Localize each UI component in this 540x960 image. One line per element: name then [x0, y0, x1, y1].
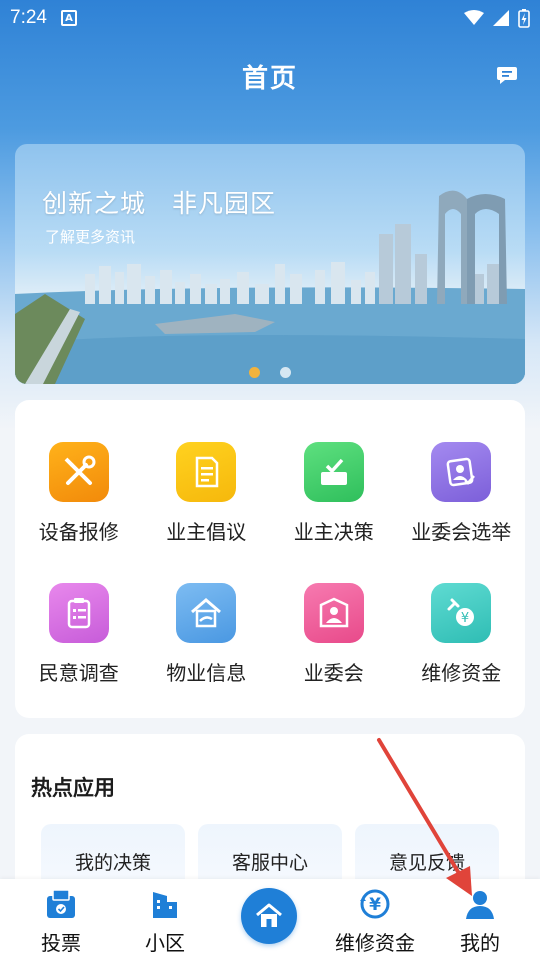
carousel-dots	[15, 367, 525, 378]
menu-item-decision[interactable]: 业主决策	[270, 442, 398, 545]
menu-label: 维修资金	[421, 661, 502, 685]
menu-label: 业委会选举	[411, 520, 512, 544]
ballot-icon	[44, 887, 78, 921]
house-hand-icon	[176, 583, 237, 643]
menu-item-survey[interactable]: 民意调查	[15, 583, 143, 686]
tab-home[interactable]	[241, 888, 297, 944]
tab-label: 投票	[41, 931, 81, 955]
city-skyline-image	[15, 190, 525, 384]
tab-label: 小区	[145, 931, 185, 955]
carousel-dot-1[interactable]	[249, 367, 260, 378]
notification-badge-icon: A	[60, 10, 77, 26]
tab-vote[interactable]: 投票	[32, 879, 90, 960]
menu-item-proposal[interactable]: 业主倡议	[143, 442, 271, 545]
menu-item-repair-fund[interactable]: ¥ 维修资金	[398, 583, 526, 686]
carousel-dot-2[interactable]	[280, 367, 291, 378]
tab-mine[interactable]: 我的	[452, 879, 508, 960]
menu-label: 业主决策	[293, 520, 374, 544]
status-bar: 7:24 A	[0, 0, 540, 36]
title-bar: 首页	[0, 52, 540, 100]
battery-icon	[518, 9, 530, 28]
menu-item-property-info[interactable]: 物业信息	[143, 583, 271, 686]
message-icon	[497, 67, 517, 84]
status-time: 7:24	[10, 7, 47, 28]
committee-people-icon	[303, 583, 364, 643]
wrench-screwdriver-icon	[48, 442, 109, 502]
menu-label: 业委会	[303, 661, 364, 685]
building-icon	[148, 887, 182, 921]
menu-label: 物业信息	[166, 661, 247, 685]
yuan-coin-icon: ¥	[358, 887, 392, 921]
promo-banner[interactable]: 创新之城 非凡园区 了解更多资讯	[15, 144, 525, 384]
tab-label: 维修资金	[335, 931, 415, 955]
tab-label: 我的	[460, 931, 500, 955]
menu-item-committee[interactable]: 业委会	[270, 583, 398, 686]
banner-more-link[interactable]: 了解更多资讯	[45, 226, 135, 247]
menu-label: 民意调查	[38, 661, 119, 685]
menu-label: 业主倡议	[166, 520, 247, 544]
bottom-tab-bar: 投票 小区 ¥ 维修资金 我的	[0, 879, 540, 960]
menu-label: 设备报修	[38, 520, 119, 544]
tab-community[interactable]: 小区	[136, 879, 194, 960]
banner-title: 创新之城 非凡园区	[42, 189, 277, 218]
user-icon	[463, 887, 497, 921]
home-icon	[256, 903, 282, 927]
document-icon	[176, 442, 237, 502]
menu-item-election[interactable]: 业委会选举	[398, 442, 526, 545]
tab-repair-fund[interactable]: ¥ 维修资金	[330, 879, 420, 960]
status-icons	[464, 8, 530, 28]
wifi-icon	[464, 10, 484, 25]
ballot-box-icon	[303, 442, 364, 502]
message-button[interactable]	[496, 66, 518, 86]
svg-text:¥: ¥	[461, 611, 469, 626]
function-menu-card: 设备报修 业主倡议 业主决策 业委会选举 民意调查 物业信息 业委会 ¥ 维修资…	[15, 400, 525, 718]
svg-text:¥: ¥	[369, 895, 381, 915]
page-title: 首页	[241, 63, 298, 94]
election-card-icon	[431, 442, 492, 502]
signal-icon	[493, 10, 509, 26]
hot-apps-title: 热点应用	[31, 776, 115, 800]
menu-item-repair[interactable]: 设备报修	[15, 442, 143, 545]
function-grid: 设备报修 业主倡议 业主决策 业委会选举 民意调查 物业信息 业委会 ¥ 维修资…	[15, 442, 525, 686]
survey-clipboard-icon	[48, 583, 109, 643]
yuan-fund-icon: ¥	[431, 583, 492, 643]
